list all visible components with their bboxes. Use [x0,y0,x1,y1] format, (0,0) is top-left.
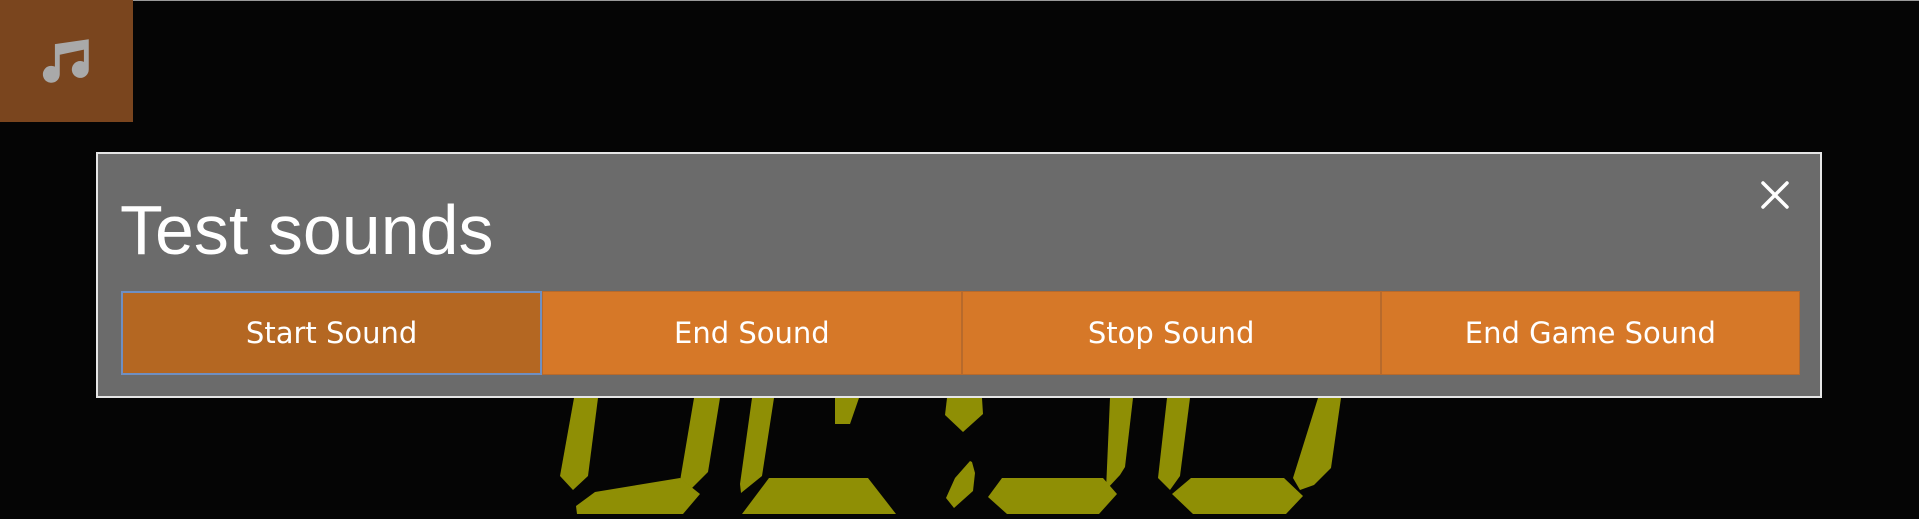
page: Test sounds Start Sound End Sound Stop S… [0,0,1919,519]
sound-button-row: Start Sound End Sound Stop Sound End Gam… [121,291,1800,375]
music-note-icon [42,39,89,83]
segment [1172,478,1303,514]
stop-sound-button[interactable]: Stop Sound [961,291,1381,375]
segment [680,398,720,492]
test-sounds-dialog: Test sounds Start Sound End Sound Stop S… [96,152,1822,398]
colon-dot [945,398,983,432]
segment [1293,398,1341,490]
segment [560,398,598,490]
close-icon [1761,181,1789,209]
segment [576,478,700,514]
segment [988,478,1117,514]
start-sound-button[interactable]: Start Sound [121,291,543,375]
end-sound-button[interactable]: End Sound [542,291,962,375]
segment [835,398,859,424]
colon-dot [946,461,975,508]
close-button[interactable] [1758,178,1792,212]
end-game-sound-button[interactable]: End Game Sound [1380,291,1800,375]
segment [1158,398,1190,490]
dialog-title: Test sounds [120,191,494,269]
segment [742,478,896,514]
music-button[interactable] [0,0,133,122]
segment [1106,398,1133,490]
